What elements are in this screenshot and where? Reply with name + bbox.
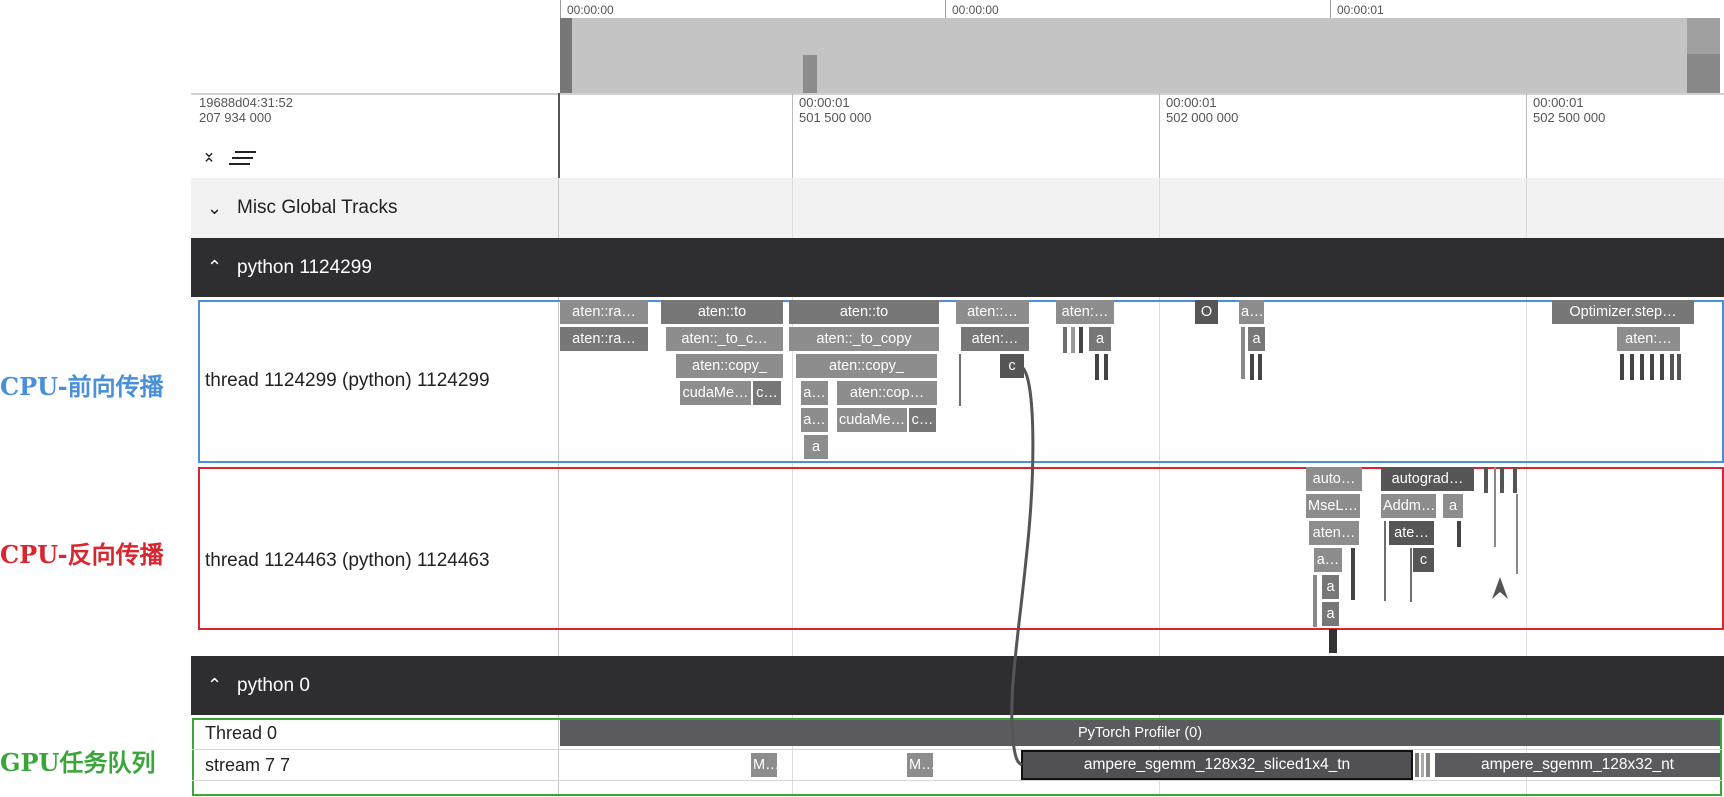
- flow-arrow: [1010, 364, 1035, 767]
